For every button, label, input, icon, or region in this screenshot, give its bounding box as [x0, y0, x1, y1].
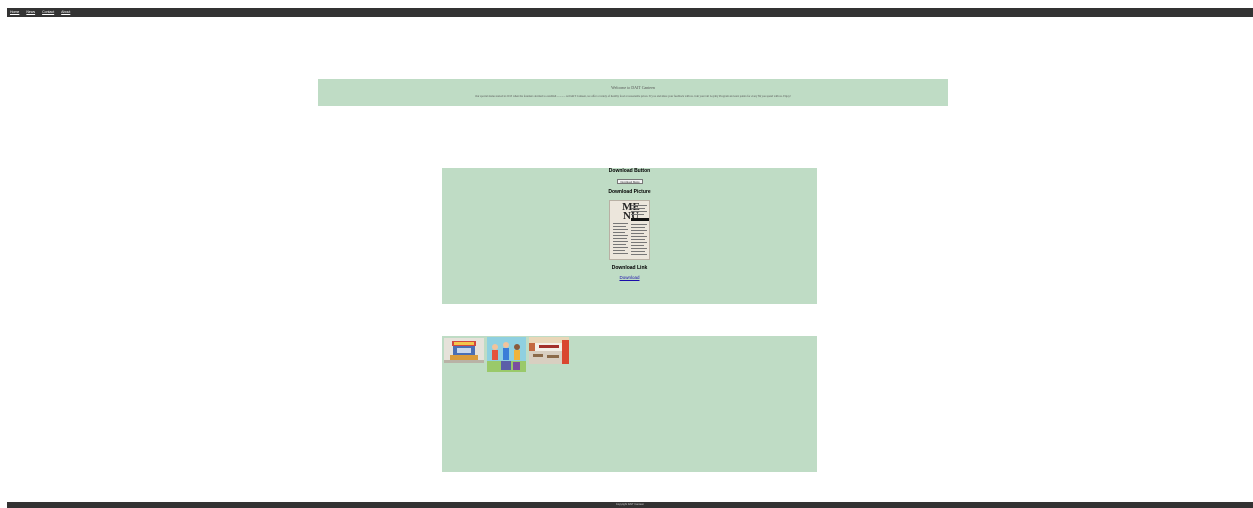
- menu-line: [613, 229, 628, 230]
- menu-picture-band: [631, 218, 649, 221]
- top-nav-bar: Home News Contact About: [7, 8, 1253, 17]
- welcome-title: Welcome to DAIT Canteen: [611, 85, 655, 90]
- welcome-description: Our special menu started in 2015 when th…: [475, 95, 791, 98]
- menu-line: [631, 242, 647, 243]
- menu-line: [613, 244, 626, 245]
- nav-item-news[interactable]: News: [26, 8, 35, 17]
- menu-line: [631, 251, 645, 252]
- menu-line: [631, 233, 644, 234]
- canteen-stall-picture[interactable]: [444, 338, 484, 363]
- menu-picture[interactable]: ME NU: [609, 200, 650, 260]
- nav-item-about[interactable]: About: [61, 8, 70, 17]
- menu-line: [631, 245, 644, 246]
- menu-line: [631, 224, 647, 225]
- menu-line: [631, 214, 644, 215]
- menu-line: [631, 239, 645, 240]
- menu-line: [613, 232, 625, 233]
- menu-line: [631, 205, 647, 206]
- download-section: Download Button Download Menu Download P…: [442, 168, 817, 304]
- menu-line: [613, 238, 627, 239]
- download-button-heading: Download Button: [608, 168, 651, 174]
- menu-line: [631, 248, 647, 249]
- menu-line: [631, 208, 645, 209]
- menu-line: [613, 250, 625, 251]
- footer: Copyright DAIT Canteen: [7, 502, 1253, 508]
- download-link-heading: Download Link: [611, 265, 648, 271]
- menu-line: [631, 254, 647, 255]
- download-picture-heading: Download Picture: [608, 189, 651, 195]
- menu-line: [613, 226, 626, 227]
- menu-line: [613, 235, 628, 236]
- nav-item-home[interactable]: Home: [10, 8, 19, 17]
- download-link[interactable]: Download: [442, 275, 817, 280]
- menu-line: [613, 241, 628, 242]
- menu-line: [631, 230, 647, 231]
- students-picture[interactable]: [487, 337, 526, 372]
- menu-line: [613, 253, 628, 254]
- welcome-banner: Welcome to DAIT Canteen Our special menu…: [318, 79, 948, 106]
- menu-line: [631, 227, 645, 228]
- menu-line: [631, 236, 647, 237]
- menu-line: [613, 247, 628, 248]
- menu-line: [631, 211, 647, 212]
- menu-line: [613, 223, 628, 224]
- download-menu-button[interactable]: Download Menu: [617, 179, 643, 184]
- canteen-interior-picture[interactable]: [529, 337, 569, 364]
- footer-text: Copyright DAIT Canteen: [615, 503, 645, 506]
- picture-gallery: [442, 336, 817, 472]
- nav-item-contact[interactable]: Contact: [42, 8, 54, 17]
